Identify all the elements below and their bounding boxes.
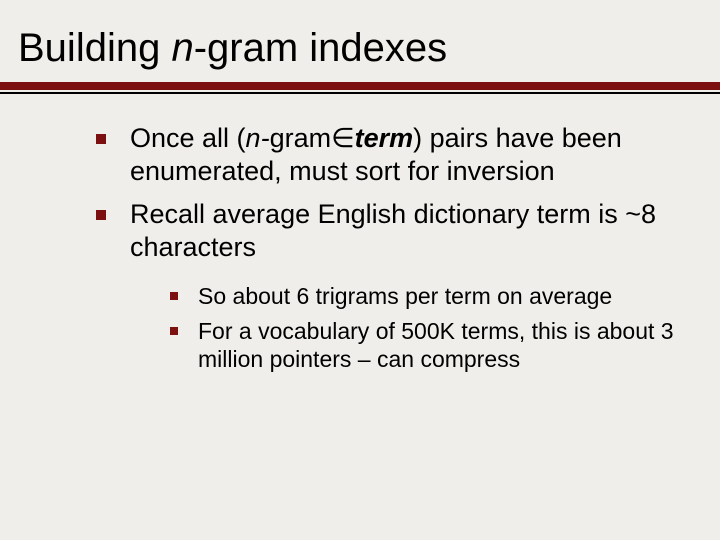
list-item: For a vocabulary of 500K terms, this is … (170, 317, 680, 375)
sub-bullet-text: For a vocabulary of 500K terms, this is … (198, 318, 674, 373)
body: Once all (n-gram∈term) pairs have been e… (0, 94, 720, 374)
title-part-pre: Building (18, 26, 171, 70)
slide: Building n-gram indexes Once all (n-gram… (0, 0, 720, 540)
square-bullet-icon (170, 327, 178, 335)
square-bullet-icon (170, 292, 178, 300)
text-frag-bolditalic: term (355, 123, 414, 153)
sub-bullet-text: So about 6 trigrams per term on average (198, 283, 612, 309)
text-frag-italic: n- (246, 123, 270, 153)
list-item: Once all (n-gram∈term) pairs have been e… (96, 122, 680, 188)
text-frag: gram (270, 123, 332, 153)
bullet-text: Once all (n-gram∈term) pairs have been e… (130, 123, 622, 186)
list-item: Recall average English dictionary term i… (96, 198, 680, 374)
element-of-symbol: ∈ (331, 123, 355, 153)
bullet-list: Once all (n-gram∈term) pairs have been e… (96, 122, 680, 374)
list-item: So about 6 trigrams per term on average (170, 282, 680, 311)
text-frag: Once all ( (130, 123, 246, 153)
title-rule-thick (0, 82, 720, 90)
square-bullet-icon (96, 210, 106, 220)
slide-title: Building n-gram indexes (18, 26, 720, 70)
square-bullet-icon (96, 134, 106, 144)
title-part-n: n (171, 26, 193, 70)
title-block: Building n-gram indexes (0, 0, 720, 70)
title-part-post: -gram indexes (194, 26, 447, 70)
bullet-text: Recall average English dictionary term i… (130, 199, 656, 262)
sub-bullet-list: So about 6 trigrams per term on average … (130, 282, 680, 374)
